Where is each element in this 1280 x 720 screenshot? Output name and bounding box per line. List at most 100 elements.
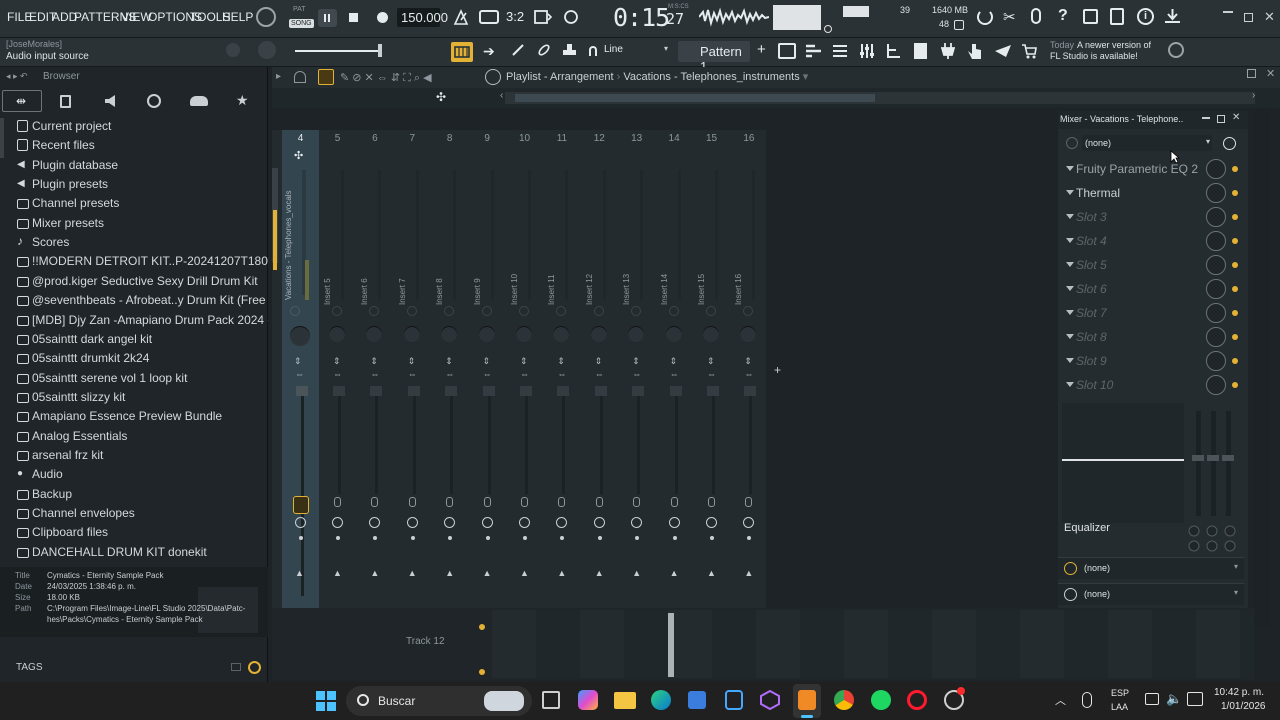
browser-item[interactable]: 05sainttt serene vol 1 loop kit — [0, 370, 268, 389]
slot-enable-led[interactable] — [1232, 190, 1238, 196]
output-row[interactable]: (none) ▾ — [1058, 583, 1244, 605]
browser-item[interactable]: Analog Essentials — [0, 428, 268, 447]
browser-tree-icon[interactable] — [886, 43, 902, 59]
browser-item[interactable]: Channel presets — [0, 195, 268, 214]
strip-swap-icon[interactable]: ⇕ — [520, 356, 528, 367]
effect-slot[interactable]: Slot 3 — [1066, 207, 1242, 229]
strip-name[interactable]: Insert 8 — [435, 245, 447, 305]
mixer-strip[interactable]: 11 Insert 11 ⇕ ⇔ ▲ — [543, 130, 580, 608]
stamp-icon[interactable] — [562, 42, 577, 58]
save-icon[interactable] — [1083, 9, 1098, 24]
countdown-icon[interactable] — [534, 10, 552, 24]
browser-item[interactable]: [MDB] Djy Zan -Amapiano Drum Pack 2024 c… — [0, 312, 268, 331]
app-icon-1[interactable] — [725, 690, 743, 710]
browser-tab-plugins-icon[interactable] — [147, 94, 161, 108]
strip-clock-icon[interactable] — [706, 517, 717, 528]
strip-swap-icon[interactable]: ⇕ — [333, 356, 341, 367]
strip-route-arrow-icon[interactable]: ▲ — [520, 568, 529, 578]
slot-name[interactable]: Thermal — [1076, 186, 1120, 200]
strip-clock-icon[interactable] — [668, 517, 680, 528]
piano-roll-icon[interactable] — [805, 43, 823, 59]
effect-slot[interactable]: Slot 8 — [1066, 327, 1242, 349]
arrow-right-icon[interactable]: ➔ — [483, 43, 495, 60]
snap-dropdown-icon[interactable]: ▾ — [664, 44, 668, 53]
strip-fader-handle[interactable] — [744, 386, 757, 396]
slot-dropdown-icon[interactable] — [1066, 214, 1074, 219]
browser-item[interactable]: ♪ Scores — [0, 234, 268, 253]
online-globe-icon[interactable] — [1168, 42, 1184, 58]
latency-clock-icon[interactable] — [1223, 137, 1236, 150]
strip-route-arrow-icon[interactable]: ▲ — [557, 568, 566, 578]
mixer-strip[interactable]: 9 Insert 9 ⇕ ⇔ ▲ — [469, 130, 506, 608]
strip-route-arrow-icon[interactable]: ▲ — [670, 568, 679, 578]
strip-fader-handle[interactable] — [632, 386, 645, 396]
windows-start-icon[interactable] — [316, 691, 336, 711]
opera-icon[interactable] — [907, 690, 927, 710]
strip-pan-knob[interactable] — [665, 326, 682, 342]
undo-history-icon[interactable] — [977, 9, 993, 25]
lang-2[interactable]: LAA — [1111, 702, 1128, 712]
strip-swap-icon[interactable]: ⇕ — [670, 356, 678, 367]
eq-fader-2[interactable] — [1211, 411, 1216, 516]
strip-arm-icon[interactable] — [670, 497, 678, 507]
update-line2[interactable]: FL Studio is available! — [1050, 51, 1138, 61]
strip-pan-knob[interactable] — [329, 326, 345, 342]
strip-arm-icon[interactable] — [483, 497, 491, 507]
strip-pan-knob[interactable] — [553, 326, 570, 342]
strip-fader-track[interactable] — [375, 386, 379, 494]
strip-pan-knob[interactable] — [590, 326, 607, 342]
song-time-main[interactable]: 0:15 — [613, 3, 670, 32]
tempo-display[interactable]: 150.000 — [397, 8, 448, 27]
task-view-icon[interactable] — [542, 691, 560, 709]
strip-swap-icon[interactable]: ⇕ — [595, 356, 603, 367]
strip-fader-handle[interactable] — [520, 386, 532, 396]
eq-fader-3[interactable] — [1226, 411, 1231, 516]
slot-dropdown-icon[interactable] — [1066, 358, 1074, 363]
slot-name[interactable]: Slot 8 — [1076, 330, 1107, 344]
slot-name[interactable]: Slot 7 — [1076, 306, 1107, 320]
strip-pan-knob[interactable] — [516, 326, 532, 342]
strip-arm-icon[interactable] — [371, 497, 379, 507]
strip-name[interactable]: Insert 16 — [734, 245, 746, 305]
slot-enable-led[interactable] — [1232, 166, 1238, 172]
strip-fader-handle[interactable] — [407, 386, 420, 396]
browser-tab-cloud-icon[interactable] — [190, 96, 208, 106]
strip-route-arrow-icon[interactable]: ▲ — [595, 568, 604, 578]
effect-slot[interactable]: Slot 6 — [1066, 279, 1242, 301]
browser-item[interactable]: Recent files — [0, 137, 268, 156]
strip-swap-icon[interactable]: ⇕ — [707, 356, 715, 367]
strip-name[interactable]: Insert 9 — [473, 245, 485, 305]
track-13-led[interactable] — [479, 669, 485, 675]
slot-enable-led[interactable] — [1232, 310, 1238, 316]
channel-rack-icon[interactable] — [832, 43, 848, 59]
strip-pan-knob[interactable] — [441, 326, 458, 342]
strip-fader-handle[interactable] — [557, 386, 570, 396]
slot-enable-led[interactable] — [1232, 214, 1238, 220]
store-icon[interactable] — [688, 691, 706, 709]
mixer-strip[interactable]: 14 Insert 14 ⇕ ⇔ ▲ — [656, 130, 693, 608]
strip-swap-icon[interactable]: ⇕ — [744, 356, 752, 367]
playlist-restore-icon[interactable] — [1247, 69, 1256, 78]
strip-led[interactable] — [369, 306, 380, 316]
strip-route-arrow-icon[interactable]: ▲ — [408, 568, 417, 578]
tags-folder-icon[interactable] — [231, 663, 241, 671]
hint-knob-icon[interactable] — [256, 7, 276, 27]
render-icon[interactable] — [1110, 8, 1124, 25]
strip-led[interactable] — [519, 306, 529, 316]
eq-graph[interactable] — [1062, 403, 1184, 523]
slot-mix-knob[interactable] — [1206, 183, 1226, 203]
strip-route-arrow-icon[interactable]: ▲ — [632, 568, 641, 578]
strip-stereo-icon[interactable]: ⇔ — [557, 369, 566, 379]
playlist-close-icon[interactable]: ✕ — [1266, 67, 1275, 80]
browser-list[interactable]: Current project Recent files ◀ Plugin datab… — [0, 118, 268, 568]
effect-slot[interactable]: Thermal — [1066, 183, 1242, 205]
slot-name[interactable]: Slot 10 — [1076, 378, 1113, 392]
file-explorer-icon[interactable] — [614, 692, 636, 709]
strip-arm-icon[interactable] — [446, 497, 454, 507]
strip-clock-icon[interactable] — [519, 517, 530, 528]
minimize-icon[interactable] — [1223, 11, 1233, 13]
strip-arm-icon[interactable] — [745, 497, 753, 507]
draw-icon[interactable] — [511, 43, 525, 57]
slot-dropdown-icon[interactable] — [1066, 310, 1074, 315]
slot-enable-led[interactable] — [1232, 262, 1238, 268]
